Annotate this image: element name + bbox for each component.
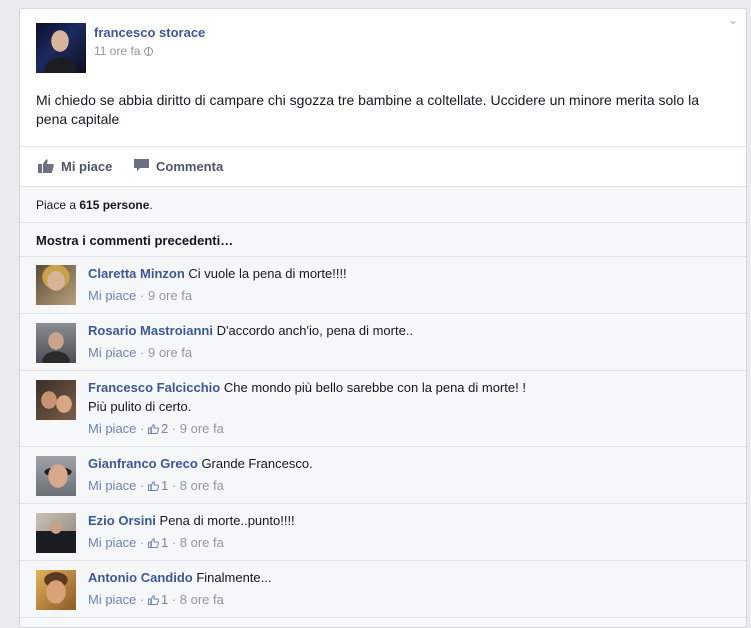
- meta-separator: ·: [136, 288, 148, 303]
- meta-separator: ·: [168, 535, 180, 550]
- commenter-avatar[interactable]: [36, 380, 76, 420]
- commenter-avatar[interactable]: [36, 265, 76, 305]
- comment-like-link[interactable]: Mi piace: [88, 288, 136, 303]
- likes-summary: Piace a 615 persone.: [20, 187, 746, 223]
- likes-count-link[interactable]: 615 persone: [79, 198, 149, 212]
- comment-button[interactable]: Commеnta: [134, 159, 223, 174]
- commenter-name[interactable]: Ezio Orsini: [88, 513, 156, 528]
- comment-time[interactable]: 8 ore fa: [180, 592, 224, 607]
- chevron-down-icon[interactable]: ⌄: [728, 14, 738, 26]
- comment-like-link[interactable]: Mi piace: [88, 478, 136, 493]
- commenter-avatar[interactable]: [36, 570, 76, 610]
- comment-item: Ezio Orsini Pena di morte..punto!!!! Mi …: [20, 504, 746, 561]
- comment-item: Rosario Mastroianni D'accordo anch'io, p…: [20, 314, 746, 371]
- comment-time[interactable]: 9 ore fa: [148, 288, 192, 303]
- like-button[interactable]: Mi piace: [38, 159, 112, 174]
- thumbs-up-icon: [147, 595, 159, 605]
- thumbs-up-icon: [147, 424, 159, 434]
- author-avatar[interactable]: [36, 23, 86, 73]
- comment-like-link[interactable]: Mi piace: [88, 535, 136, 550]
- comment-text: Finalmente...: [196, 570, 272, 585]
- comment-item: Gianfranco Greco Grande Francesco. Mi pi…: [20, 447, 746, 504]
- thumbs-up-icon: [147, 538, 159, 548]
- post-header: francesco storace 11 ore fa: [36, 23, 686, 75]
- likes-prefix: Piace a: [36, 198, 77, 212]
- comment-time[interactable]: 9 ore fa: [180, 421, 224, 436]
- post-time[interactable]: 11 ore fa: [94, 44, 140, 58]
- comment-time[interactable]: 8 ore fa: [180, 535, 224, 550]
- meta-separator: ·: [136, 478, 148, 493]
- meta-separator: ·: [168, 421, 180, 436]
- globe-icon[interactable]: [144, 47, 154, 56]
- comment-item: Francesco Falcicchio Che mondo più bello…: [20, 371, 746, 447]
- commenter-name[interactable]: Gianfranco Greco: [88, 456, 198, 471]
- meta-separator: ·: [168, 592, 180, 607]
- meta-separator: ·: [168, 478, 180, 493]
- commenter-avatar[interactable]: [36, 513, 76, 553]
- meta-separator: ·: [136, 592, 148, 607]
- comment-text: D'accordo anch'io, pena di morte..: [216, 323, 414, 338]
- thumbs-up-icon: [147, 481, 159, 491]
- meta-separator: ·: [136, 535, 148, 550]
- comment-text-line2: Più pulito di certo.: [88, 399, 192, 414]
- post-card: francesco storace 11 ore fa ⌄ Mi chiedo …: [19, 8, 747, 628]
- commenter-avatar[interactable]: [36, 456, 76, 496]
- thumbs-up-icon: [38, 159, 54, 173]
- comment-text: Pena di morte..punto!!!!: [159, 513, 295, 528]
- comment-time[interactable]: 8 ore fa: [180, 478, 224, 493]
- commenter-name[interactable]: Claretta Minzon: [88, 266, 185, 281]
- comment-text: Grande Francesco.: [201, 456, 313, 471]
- action-bar: Mi piace Commеnta: [20, 146, 746, 187]
- likes-suffix: .: [149, 198, 153, 212]
- previous-comments-row: Mostra i commenti precedenti…: [20, 223, 746, 257]
- show-previous-comments-link[interactable]: Mostra i commenti precedenti…: [36, 233, 233, 248]
- meta-separator: ·: [136, 345, 148, 360]
- post-timestamp[interactable]: 11 ore fa: [94, 44, 154, 58]
- commenter-name[interactable]: Rosario Mastroianni: [88, 323, 213, 338]
- commenter-name[interactable]: Francesco Falcicchio: [88, 380, 220, 395]
- speech-bubble-icon: [134, 159, 149, 172]
- comment-item: Antonio Candido Finalmente... Mi piace ·…: [20, 561, 746, 618]
- commenter-avatar[interactable]: [36, 323, 76, 363]
- comment-button-label: Commеnta: [156, 159, 224, 174]
- comment-text: Ci vuole la pena di morte!!!!: [188, 266, 347, 281]
- author-name[interactable]: francesco storace: [94, 25, 205, 40]
- commenter-name[interactable]: Antonio Candido: [88, 570, 193, 585]
- comment-time[interactable]: 9 ore fa: [148, 345, 192, 360]
- comments-section: Piace a 615 persone. Mostra i commenti p…: [20, 186, 746, 627]
- comment-like-link[interactable]: Mi piace: [88, 345, 136, 360]
- comment-like-link[interactable]: Mi piace: [88, 592, 136, 607]
- meta-separator: ·: [136, 421, 148, 436]
- comment-item: Claretta Minzon Ci vuole la pena di mort…: [20, 257, 746, 314]
- post-text: Mi chiedo se abbia diritto di campare ch…: [36, 92, 699, 127]
- comment-like-link[interactable]: Mi piace: [88, 421, 136, 436]
- comment-text: Che mondo più bello sarebbe con la pena …: [223, 380, 526, 395]
- like-button-label: Mi piace: [61, 159, 113, 174]
